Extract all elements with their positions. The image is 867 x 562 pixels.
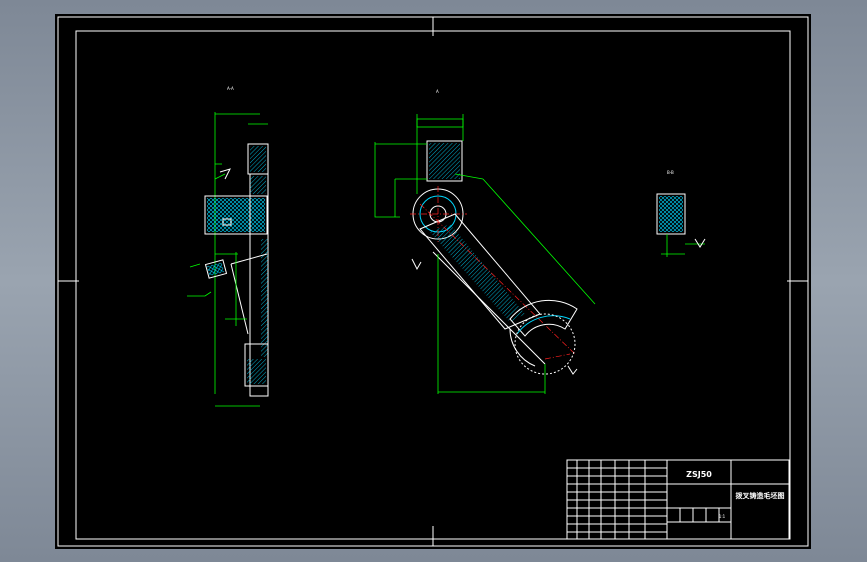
inner-border xyxy=(75,30,791,540)
drawing-name: 拨叉铸造毛坯图 xyxy=(736,491,785,500)
side-view-label: A-A xyxy=(227,86,234,91)
side-view: A-A xyxy=(187,86,269,407)
direction-label: A xyxy=(436,89,439,94)
front-view: A xyxy=(374,89,596,394)
scale-value: 1:1 xyxy=(719,514,726,519)
drawing-code: ZSJ50 xyxy=(686,470,712,479)
centering-marks xyxy=(58,17,808,546)
cad-drawing: A-A A B-B ZSJ50 拨叉铸造毛坯图 1:1 xyxy=(57,16,809,547)
section-label: B-B xyxy=(667,170,674,175)
section-view: B-B xyxy=(656,170,706,257)
drawing-canvas[interactable]: A-A A B-B ZSJ50 拨叉铸造毛坯图 1:1 xyxy=(55,14,811,549)
outer-border xyxy=(57,16,809,547)
